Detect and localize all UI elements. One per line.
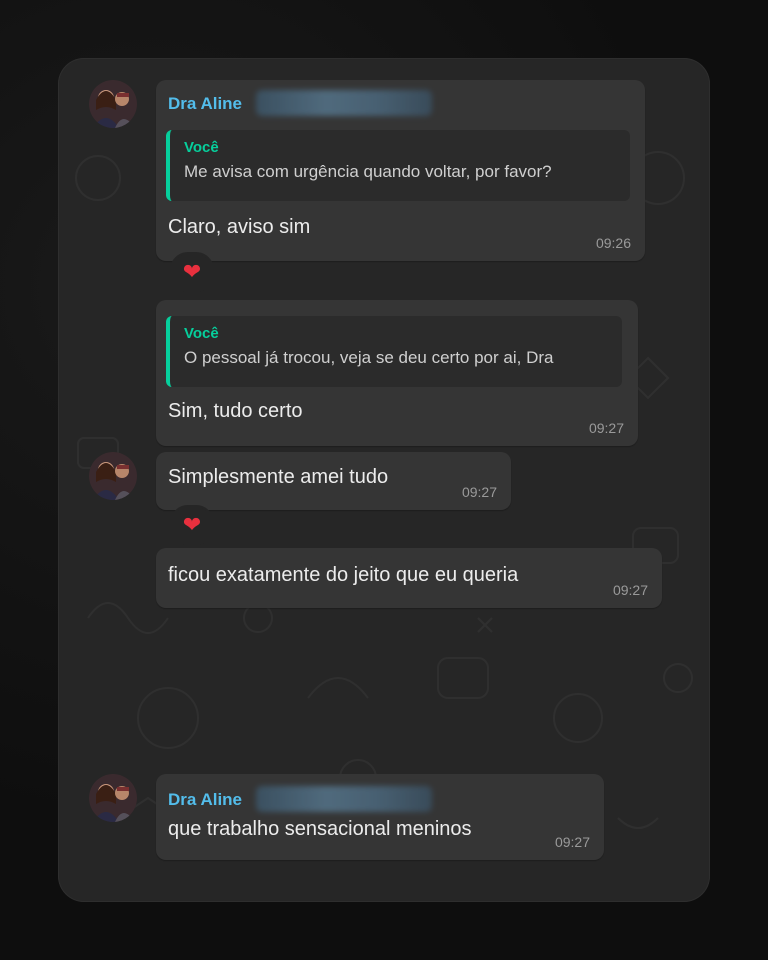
quote-text: Me avisa com urgência quando voltar, por… (184, 162, 552, 181)
quote-text: O pessoal já trocou, veja se deu certo p… (184, 348, 554, 367)
contact-avatar[interactable] (89, 452, 137, 500)
quote-author: Você (184, 139, 219, 156)
quote-author: Você (184, 325, 219, 342)
quoted-message[interactable]: Você O pessoal já trocou, veja se deu ce… (166, 316, 622, 387)
avatar-photo-icon (89, 80, 137, 128)
sender-name[interactable]: Dra Aline (168, 94, 242, 114)
message-time: 09:27 (461, 484, 497, 500)
avatar-photo-icon (89, 774, 137, 822)
quoted-message[interactable]: Você Me avisa com urgência quando voltar… (166, 130, 630, 201)
message-bubble[interactable]: Você O pessoal já trocou, veja se deu ce… (156, 300, 638, 446)
chat-panel: Dra Aline Você Me avisa com urgência qua… (58, 58, 710, 902)
blurred-contact-name (256, 786, 432, 812)
heart-icon: ❤ (182, 259, 202, 284)
contact-avatar[interactable] (89, 774, 137, 822)
message-bubble[interactable]: Dra Aline que trabalho sensacional menin… (156, 774, 604, 860)
reaction-badge[interactable]: ❤ (170, 505, 214, 545)
message-time: 09:27 (554, 834, 590, 850)
sender-name[interactable]: Dra Aline (168, 790, 242, 810)
message-text: Sim, tudo certo (168, 400, 303, 422)
message-bubble[interactable]: Simplesmente amei tudo 09:27 (156, 452, 511, 510)
avatar-photo-icon (89, 452, 137, 500)
message-time: 09:27 (612, 582, 648, 598)
message-time: 09:27 (588, 420, 624, 436)
message-text: Simplesmente amei tudo (168, 466, 389, 488)
blurred-contact-name (256, 90, 432, 116)
message-bubble[interactable]: Dra Aline Você Me avisa com urgência qua… (156, 80, 645, 261)
message-time: 09:26 (595, 235, 631, 251)
reaction-badge[interactable]: ❤ (170, 252, 214, 292)
message-text: que trabalho sensacional meninos (168, 818, 472, 840)
heart-icon: ❤ (182, 512, 202, 537)
contact-avatar[interactable] (89, 80, 137, 128)
message-text: Claro, aviso sim (168, 216, 311, 238)
message-text: ficou exatamente do jeito que eu queria (168, 564, 519, 586)
message-bubble[interactable]: ficou exatamente do jeito que eu queria … (156, 548, 662, 608)
